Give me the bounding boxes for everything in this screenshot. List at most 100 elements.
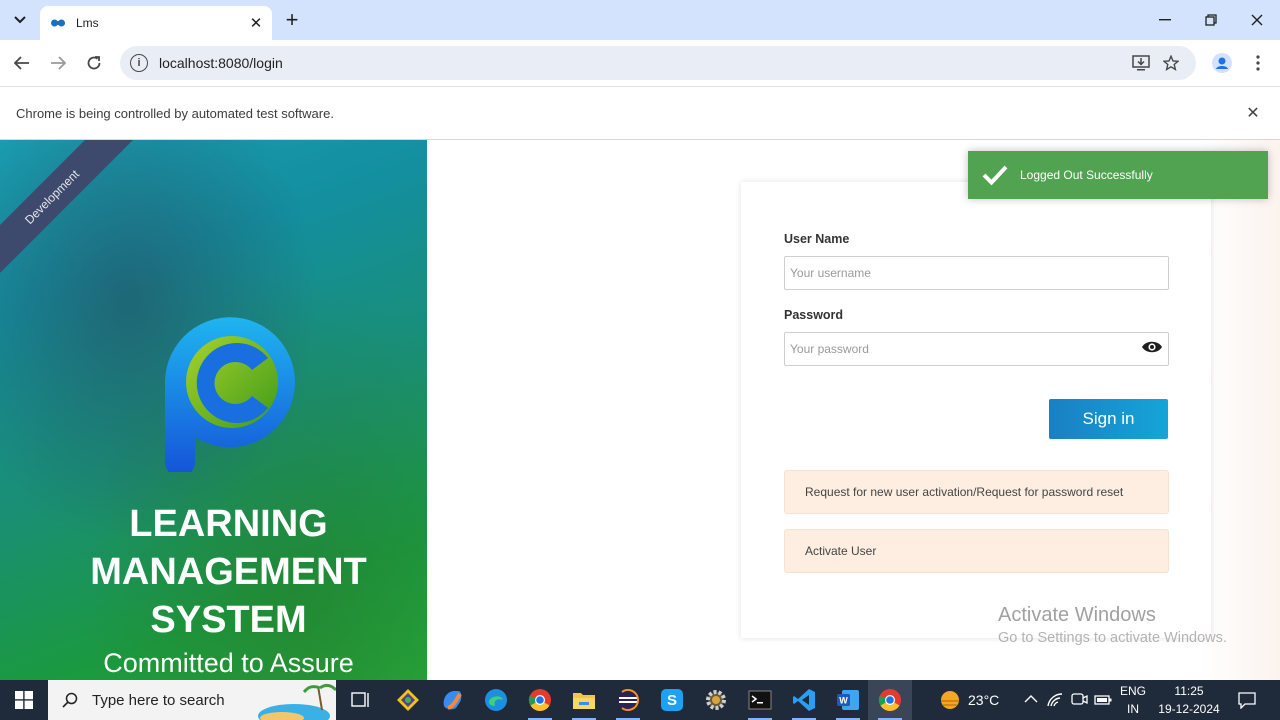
- reload-icon: [87, 56, 101, 70]
- skype-icon: S: [661, 689, 683, 711]
- login-card: User Name Password Sign in Request for n…: [741, 182, 1211, 638]
- address-bar[interactable]: i localhost:8080/login: [120, 46, 1196, 80]
- install-app-icon[interactable]: [1126, 48, 1156, 78]
- new-tab-button[interactable]: +: [280, 7, 304, 32]
- infobar-close-icon[interactable]: ✕: [1242, 102, 1264, 124]
- checkmark-icon: [982, 165, 1008, 186]
- minimize-icon: [1159, 19, 1171, 21]
- word-icon: W: [837, 690, 859, 710]
- taskbar-app-git[interactable]: [386, 680, 430, 720]
- tagline: Committed to Assure: [103, 648, 354, 678]
- browser-tab[interactable]: Lms ✕: [40, 6, 272, 40]
- region-code: IN: [1127, 702, 1139, 716]
- taskbar-app-chrome-2[interactable]: [868, 680, 912, 720]
- kebab-menu-icon: [1256, 55, 1260, 71]
- taskbar-app-eclipse[interactable]: [606, 680, 650, 720]
- git-app-icon: [397, 689, 419, 711]
- restore-button[interactable]: [1188, 0, 1234, 40]
- title-line: MANAGEMENT: [90, 551, 367, 593]
- chrome-icon: [528, 689, 551, 711]
- bookmark-star-icon[interactable]: [1156, 48, 1186, 78]
- forward-arrow-icon: [51, 56, 66, 70]
- eclipse-icon: [617, 689, 640, 711]
- show-password-eye-icon[interactable]: [1141, 339, 1163, 355]
- avatar-icon: [1212, 53, 1232, 73]
- language-indicator[interactable]: ENG IN: [1118, 684, 1148, 716]
- username-label: User Name: [784, 232, 850, 246]
- chevron-down-icon: [14, 16, 26, 24]
- automation-infobar: Chrome is being controlled by automated …: [0, 86, 1280, 140]
- taskbar-app-copilot[interactable]: [430, 680, 474, 720]
- svg-text:S: S: [667, 692, 677, 709]
- lms-logo-icon: [165, 317, 295, 472]
- chevron-up-icon[interactable]: [1024, 694, 1038, 704]
- back-button[interactable]: [8, 49, 36, 77]
- tab-strip: Lms ✕ +: [0, 0, 1280, 40]
- language-code: ENG: [1119, 684, 1146, 698]
- taskbar-app-terminal[interactable]: [738, 680, 782, 720]
- clock-date: 19-12-2024: [1158, 702, 1220, 716]
- back-arrow-icon: [14, 56, 29, 70]
- tab-search-button[interactable]: [6, 6, 34, 34]
- folder-icon: [573, 693, 595, 709]
- taskbar-search[interactable]: Type here to search: [48, 680, 336, 720]
- search-highlight-icon: [258, 683, 336, 720]
- site-info-icon[interactable]: i: [130, 54, 148, 72]
- restore-icon: [1205, 14, 1217, 26]
- favicon-icon: [51, 19, 65, 27]
- tab-close-icon[interactable]: ✕: [246, 13, 266, 33]
- title-line: SYSTEM: [150, 599, 307, 641]
- activation-watermark-title: Activate Windows: [998, 604, 1156, 626]
- chrome-icon: [878, 689, 901, 711]
- windows-taskbar: Type here to search S W 23°C ENG IN 11:2…: [0, 680, 1280, 720]
- taskbar-app-skype[interactable]: S: [650, 680, 694, 720]
- success-toast[interactable]: Logged Out Successfully: [968, 151, 1268, 199]
- menu-button[interactable]: [1244, 49, 1272, 77]
- taskbar-app-file-explorer[interactable]: [562, 680, 606, 720]
- reload-button[interactable]: [80, 49, 108, 77]
- weather-temperature[interactable]: 23°C: [968, 692, 999, 708]
- vscode-icon: [793, 689, 815, 711]
- activation-watermark-subtitle: Go to Settings to activate Windows.: [998, 630, 1227, 646]
- meet-now-icon[interactable]: [1070, 692, 1088, 708]
- battery-icon[interactable]: [1094, 693, 1112, 707]
- profile-button[interactable]: [1208, 49, 1236, 77]
- search-icon: [62, 692, 78, 708]
- title-line: LEARNING: [129, 503, 328, 545]
- copilot-icon: [443, 691, 462, 710]
- environment-ribbon: Development: [0, 140, 142, 287]
- toast-message: Logged Out Successfully: [1020, 168, 1153, 182]
- start-button[interactable]: [0, 680, 48, 720]
- username-input[interactable]: [784, 256, 1169, 290]
- wifi-icon[interactable]: [1046, 692, 1064, 708]
- login-page: Development LEARNING MANAGEMENT SYSTEM C…: [0, 140, 1280, 680]
- weather-sun-icon[interactable]: [938, 689, 962, 711]
- app-title: LEARNING MANAGEMENT SYSTEM: [0, 500, 427, 644]
- tab-title: Lms: [76, 16, 99, 30]
- background-decoration: [1200, 140, 1280, 680]
- activate-user-link[interactable]: Activate User: [784, 529, 1169, 573]
- gear-icon: [706, 690, 726, 710]
- minimize-button[interactable]: [1142, 0, 1188, 40]
- password-label: Password: [784, 308, 844, 322]
- taskbar-app-edge[interactable]: [474, 680, 518, 720]
- url-text[interactable]: localhost:8080/login: [159, 55, 1126, 71]
- notification-center-icon[interactable]: [1238, 691, 1256, 709]
- sign-in-button[interactable]: Sign in: [1049, 399, 1168, 439]
- branding-panel: Development LEARNING MANAGEMENT SYSTEM C…: [0, 140, 427, 680]
- forward-button[interactable]: [44, 49, 72, 77]
- request-activation-link[interactable]: Request for new user activation/Request …: [784, 470, 1169, 514]
- password-input[interactable]: [784, 332, 1169, 366]
- task-view-button[interactable]: [338, 680, 382, 720]
- taskbar-app-vscode[interactable]: [782, 680, 826, 720]
- taskbar-app-word[interactable]: W: [826, 680, 870, 720]
- taskbar-app-settings-tool[interactable]: [694, 680, 738, 720]
- clock[interactable]: 11:25 19-12-2024: [1152, 684, 1226, 716]
- infobar-text: Chrome is being controlled by automated …: [16, 106, 334, 121]
- task-view-icon: [351, 692, 369, 707]
- taskbar-app-chrome-1[interactable]: [518, 680, 562, 720]
- terminal-icon: [748, 690, 772, 710]
- close-window-button[interactable]: [1234, 0, 1280, 40]
- windows-logo-icon: [15, 691, 33, 709]
- search-placeholder: Type here to search: [92, 691, 225, 709]
